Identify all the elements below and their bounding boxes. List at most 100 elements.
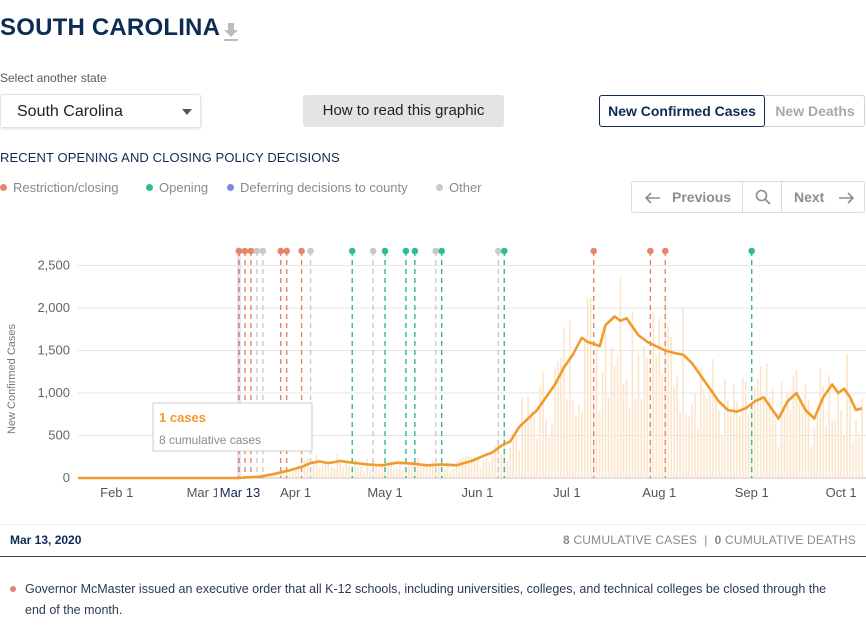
y-tick-label: 1,500 (37, 343, 70, 358)
previous-button[interactable]: Previous (632, 182, 742, 212)
daily-bar (643, 346, 646, 478)
policy-event-dot (298, 247, 305, 255)
daily-bar (855, 419, 857, 478)
y-tick-label: 2,500 (37, 258, 70, 273)
daily-bar (810, 446, 813, 478)
daily-bar (321, 463, 324, 478)
policy-event-dot (235, 247, 243, 255)
daily-bar (589, 297, 592, 478)
daily-bar (306, 458, 309, 478)
daily-bar (658, 318, 661, 478)
daily-bar (843, 435, 845, 478)
daily-bar (631, 310, 634, 478)
daily-bar (598, 411, 601, 478)
daily-bar (512, 433, 515, 478)
arrow-right-icon (839, 192, 854, 204)
policy-note: Governor McMaster issued an executive or… (10, 579, 830, 621)
cumulative-cases-value: 8 (563, 533, 570, 547)
x-tick-label: Mar 1 (187, 485, 220, 500)
state-select[interactable]: South Carolina (0, 94, 201, 128)
daily-bar (595, 349, 598, 478)
legend-label-restriction: Restriction/closing (13, 180, 119, 195)
daily-bar (825, 425, 828, 478)
daily-bar (604, 330, 607, 478)
daily-bar (706, 398, 708, 478)
daily-bar (542, 371, 544, 478)
daily-bar (488, 461, 491, 478)
daily-bar (357, 466, 360, 478)
daily-bar (712, 358, 714, 478)
totals-separator: | (704, 533, 708, 547)
daily-bar (408, 465, 410, 478)
daily-bar (479, 468, 482, 478)
daily-bar (652, 312, 655, 478)
policy-event-dot (253, 247, 261, 255)
daily-bar (628, 407, 631, 478)
how-to-read-button[interactable]: How to read this graphic (303, 95, 504, 127)
daily-bar (685, 413, 687, 478)
search-button[interactable] (742, 182, 782, 212)
policy-event-dot (411, 247, 419, 255)
daily-bar (601, 372, 604, 478)
policy-event-dot (590, 247, 598, 255)
cases-chart[interactable]: 0 500 1,000 1,500 2,000 2,500 New Confirmed Ca… (0, 230, 866, 520)
policy-event-dot (283, 247, 290, 255)
y-tick-label: 0 (63, 470, 70, 485)
daily-bar (399, 464, 401, 478)
state-select-label: Select another state (0, 71, 107, 85)
daily-bar (422, 466, 425, 478)
daily-bar (709, 387, 711, 478)
legend-dot-opening (146, 184, 153, 191)
download-icon[interactable] (221, 20, 241, 44)
cases-line (78, 315, 863, 480)
policy-event-dot (661, 247, 669, 255)
policy-event-dot (348, 247, 356, 255)
daily-bar (530, 411, 532, 478)
tooltip-value: 1 cases (159, 410, 206, 425)
daily-bar (521, 397, 523, 478)
daily-bar (613, 366, 616, 478)
next-label: Next (794, 189, 825, 205)
daily-bar (724, 379, 726, 478)
policy-event-dot (495, 247, 502, 255)
daily-bar (634, 398, 637, 478)
daily-bar (858, 433, 860, 478)
daily-bar (756, 378, 759, 478)
daily-bar (431, 460, 434, 478)
daily-bar (861, 398, 863, 478)
daily-bar (819, 368, 822, 478)
daily-bar (694, 392, 696, 478)
highlight-date-label: Mar 13 (220, 485, 260, 500)
cumulative-cases-label: CUMULATIVE CASES (573, 533, 698, 547)
daily-bar (458, 459, 461, 478)
daily-bar (288, 473, 291, 478)
daily-bar (646, 357, 649, 478)
daily-bar (428, 466, 431, 478)
daily-bar (730, 412, 732, 478)
legend-opening: Opening (146, 180, 208, 195)
daily-bar (837, 392, 839, 478)
daily-bar (798, 400, 801, 478)
daily-bar (607, 397, 610, 478)
policy-event-dot (247, 247, 255, 255)
daily-bar (396, 467, 398, 478)
daily-bar (697, 426, 699, 478)
daily-bar (655, 356, 658, 478)
daily-bar (491, 455, 494, 478)
daily-bar (461, 456, 464, 478)
daily-bar (378, 468, 380, 478)
policy-event-dot (369, 247, 377, 255)
daily-bar (282, 473, 285, 478)
daily-bar (741, 377, 744, 478)
next-button[interactable]: Next (782, 182, 866, 212)
new-deaths-button[interactable]: New Deaths (765, 96, 865, 126)
daily-bar (545, 419, 547, 478)
policy-event-dot (277, 247, 285, 255)
legend-deferring: Deferring decisions to county (227, 180, 408, 195)
new-confirmed-cases-button[interactable]: New Confirmed Cases (599, 95, 765, 127)
cumulative-deaths-value: 0 (714, 533, 722, 547)
daily-bar (732, 384, 735, 478)
daily-bar (437, 465, 440, 478)
daily-bar (369, 468, 371, 478)
policy-event-dot (432, 247, 440, 255)
